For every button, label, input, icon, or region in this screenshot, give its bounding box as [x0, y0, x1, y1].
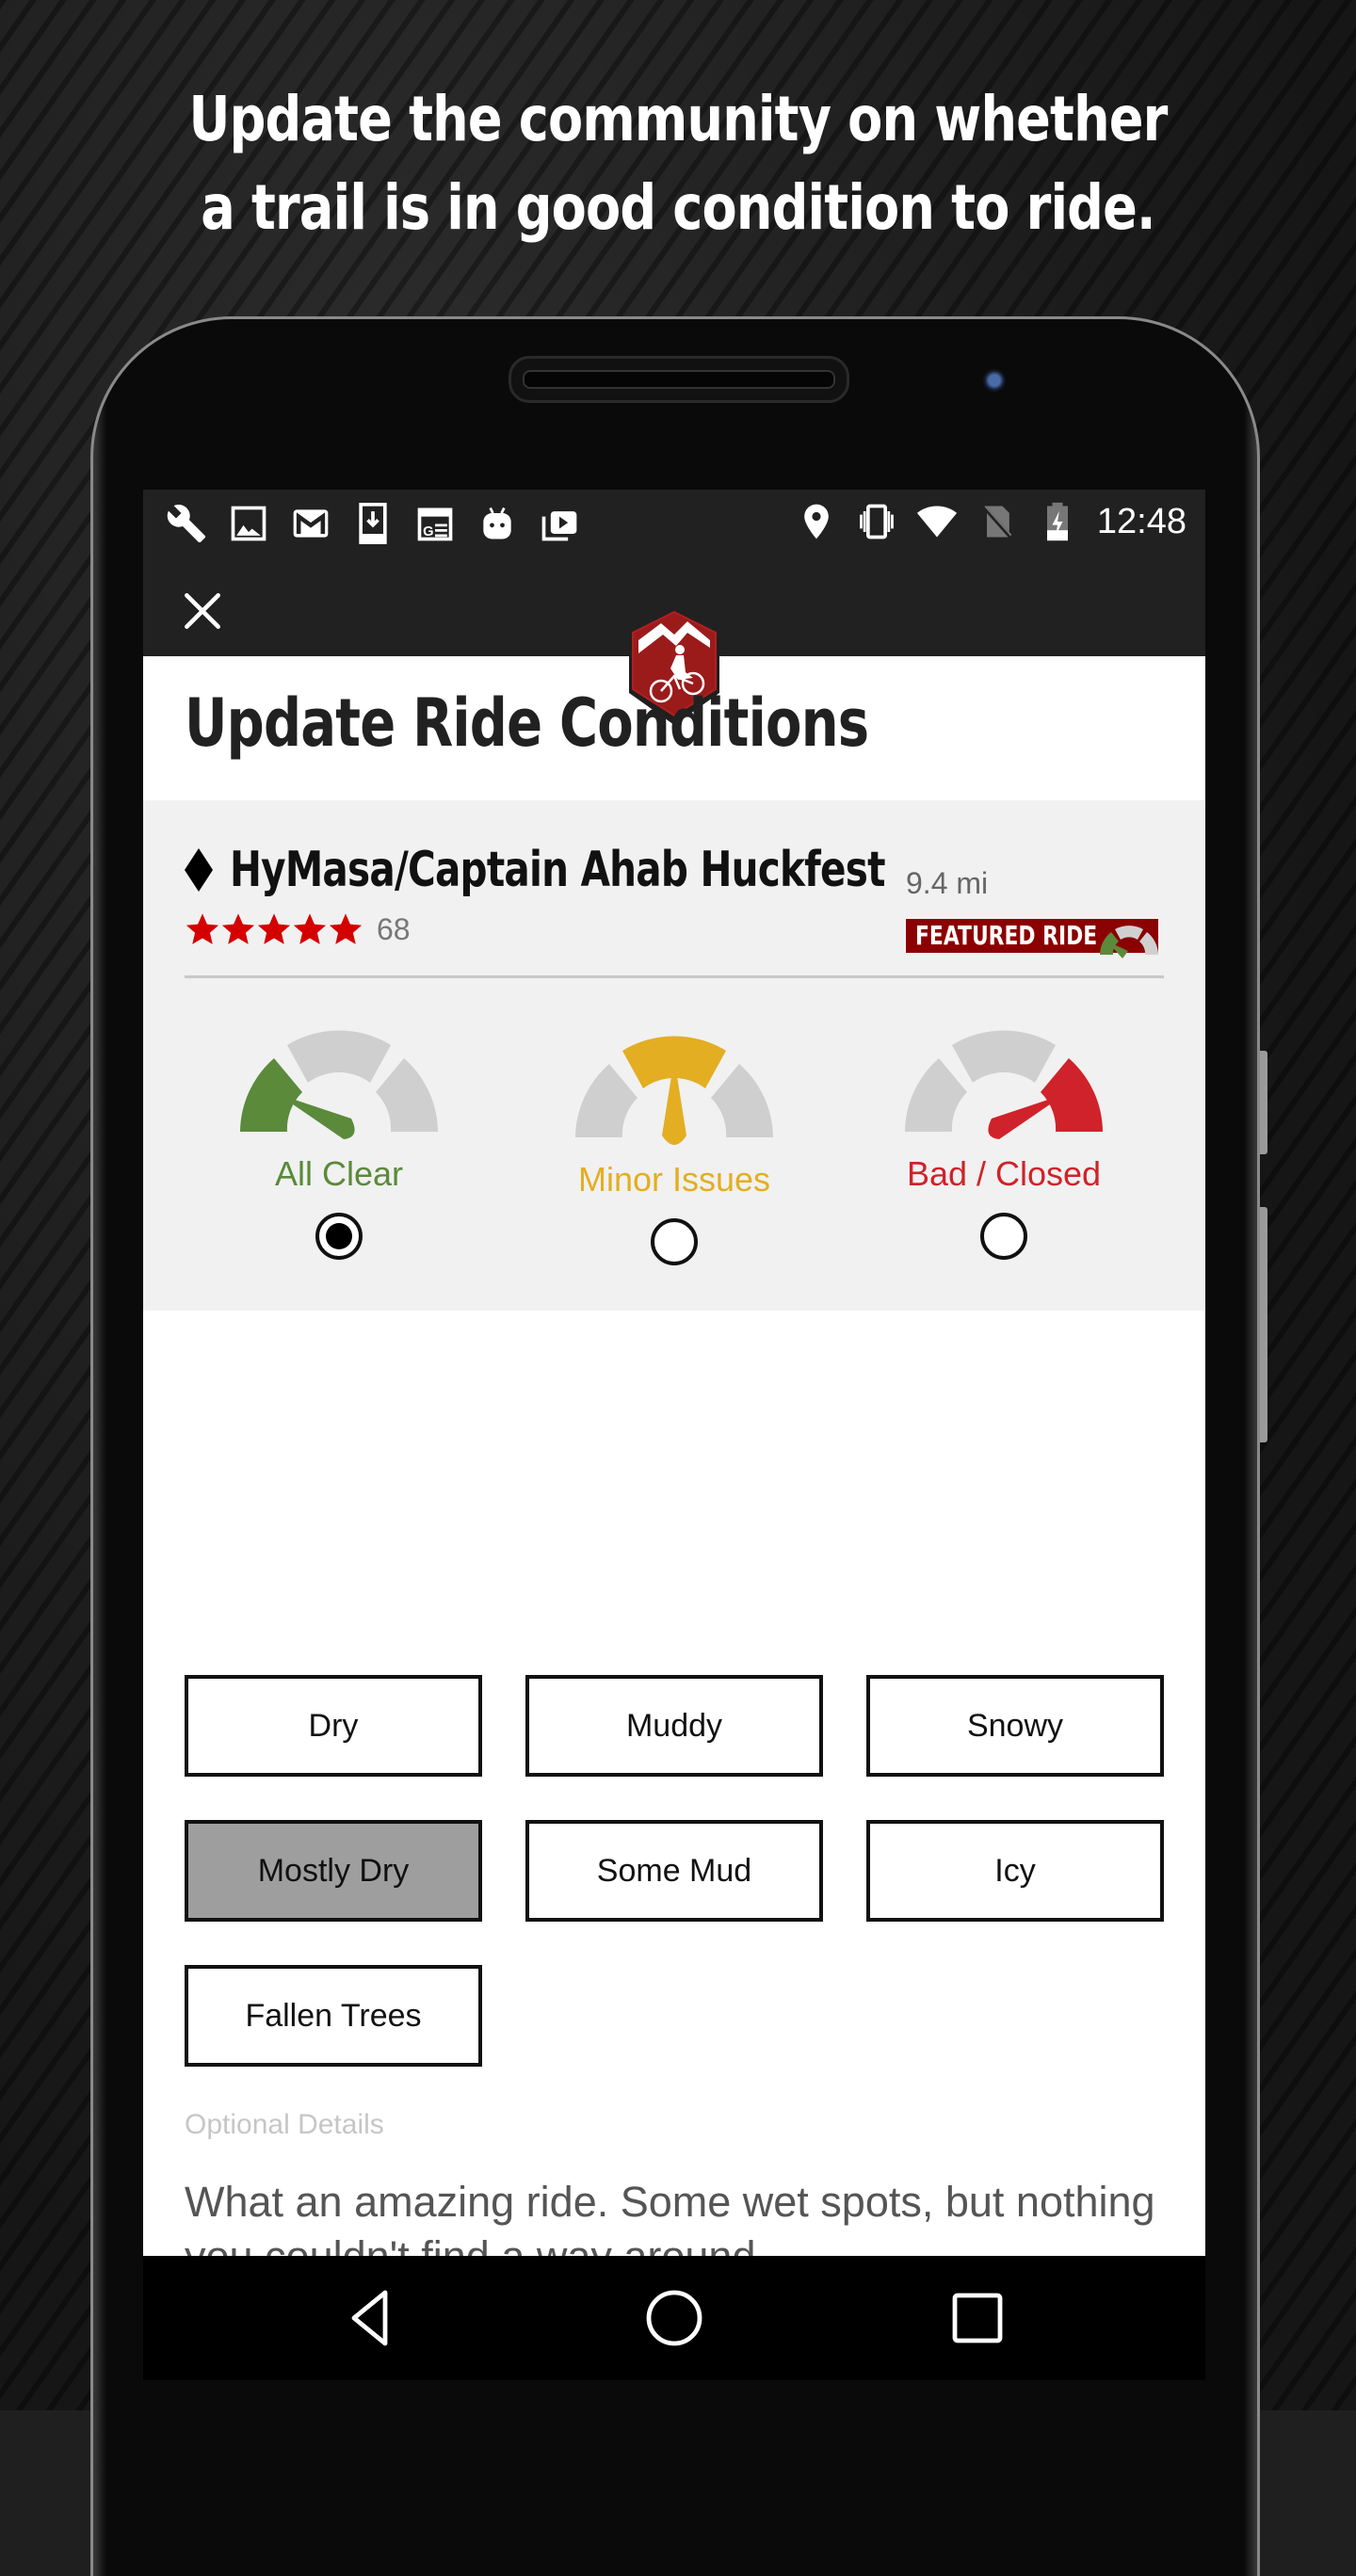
headline-line-1: Update the community on whether	[188, 83, 1168, 155]
condition-gauge-icon	[1100, 926, 1158, 958]
no-sim-icon	[977, 501, 1018, 542]
tag-fallen-trees[interactable]: Fallen Trees	[185, 1965, 482, 2067]
condition-radio-minor-issues[interactable]	[651, 1218, 698, 1265]
star-icon	[293, 913, 327, 944]
condition-option-bad-closed[interactable]: Bad / Closed	[863, 1017, 1145, 1260]
rating-count: 68	[377, 911, 411, 946]
rating: 68	[185, 911, 411, 947]
phone-screen: G 12:48 Update Ride Conditions HyMasa/Ca…	[143, 490, 1205, 2380]
rating-stars	[185, 911, 363, 947]
optional-details-label: Optional Details	[185, 2109, 384, 2140]
svg-text:G: G	[423, 524, 433, 539]
condition-option-all-clear[interactable]: All Clear	[198, 1017, 480, 1260]
recents-icon	[952, 2293, 1003, 2343]
status-bar: G 12:48	[143, 490, 1205, 563]
star-icon	[257, 913, 291, 944]
tag-snowy[interactable]: Snowy	[866, 1675, 1164, 1777]
tag-icy[interactable]: Icy	[866, 1820, 1164, 1922]
condition-label: Bad / Closed	[906, 1154, 1102, 1193]
tag-some-mud[interactable]: Some Mud	[525, 1820, 823, 1922]
battery-charging-icon	[1037, 501, 1078, 542]
news-icon: G	[414, 503, 456, 544]
close-icon	[185, 593, 220, 629]
gauge-bad-closed-icon	[905, 1030, 1103, 1139]
navigation-bar	[143, 2256, 1205, 2380]
tag-mostly-dry[interactable]: Mostly Dry	[185, 1820, 482, 1922]
star-icon	[329, 913, 363, 944]
play-store-icon	[539, 503, 580, 544]
vibrate-icon	[856, 501, 897, 542]
status-clock: 12:48	[1096, 501, 1186, 541]
condition-label: All Clear	[274, 1154, 404, 1193]
star-icon	[221, 913, 255, 944]
trail-card: HyMasa/Captain Ahab Huckfest 9.4 mi 68 F…	[143, 800, 1205, 1311]
condition-radio-bad-closed[interactable]	[980, 1213, 1027, 1260]
phone-speaker	[508, 356, 849, 403]
image-icon	[228, 503, 269, 544]
back-icon	[351, 2290, 388, 2346]
trail-name[interactable]: HyMasa/Captain Ahab Huckfest	[230, 842, 886, 898]
front-camera	[983, 369, 1006, 392]
wifi-icon	[916, 501, 958, 542]
location-icon	[796, 501, 837, 542]
headline-line-2: a trail is in good condition to ride.	[201, 171, 1155, 244]
close-button[interactable]	[179, 588, 226, 635]
card-divider	[185, 975, 1164, 978]
gauge-minor-issues-icon	[575, 1036, 773, 1145]
wrench-icon	[166, 503, 207, 544]
power-button	[1260, 1207, 1267, 1442]
page-title: Update Ride Conditions	[185, 684, 869, 762]
condition-label: Minor Issues	[577, 1160, 771, 1199]
condition-option-minor-issues[interactable]: Minor Issues	[533, 1022, 815, 1265]
home-icon	[646, 2290, 702, 2346]
tag-muddy[interactable]: Muddy	[525, 1675, 823, 1777]
download-icon	[352, 503, 394, 544]
tag-dry[interactable]: Dry	[185, 1675, 482, 1777]
black-diamond-icon	[185, 848, 213, 892]
android-icon	[476, 503, 518, 544]
gmail-icon	[290, 503, 331, 544]
recents-button[interactable]	[944, 2284, 1011, 2352]
gauge-all-clear-icon	[240, 1030, 438, 1139]
promo-headline: Update the community on whether a trail …	[122, 75, 1235, 252]
back-button[interactable]	[337, 2284, 405, 2352]
app-bar	[143, 563, 1205, 725]
star-icon	[186, 913, 219, 944]
volume-button	[1260, 1051, 1267, 1154]
condition-radio-all-clear[interactable]	[315, 1213, 363, 1260]
home-button[interactable]	[640, 2284, 708, 2352]
trail-distance: 9.4 mi	[906, 866, 989, 900]
